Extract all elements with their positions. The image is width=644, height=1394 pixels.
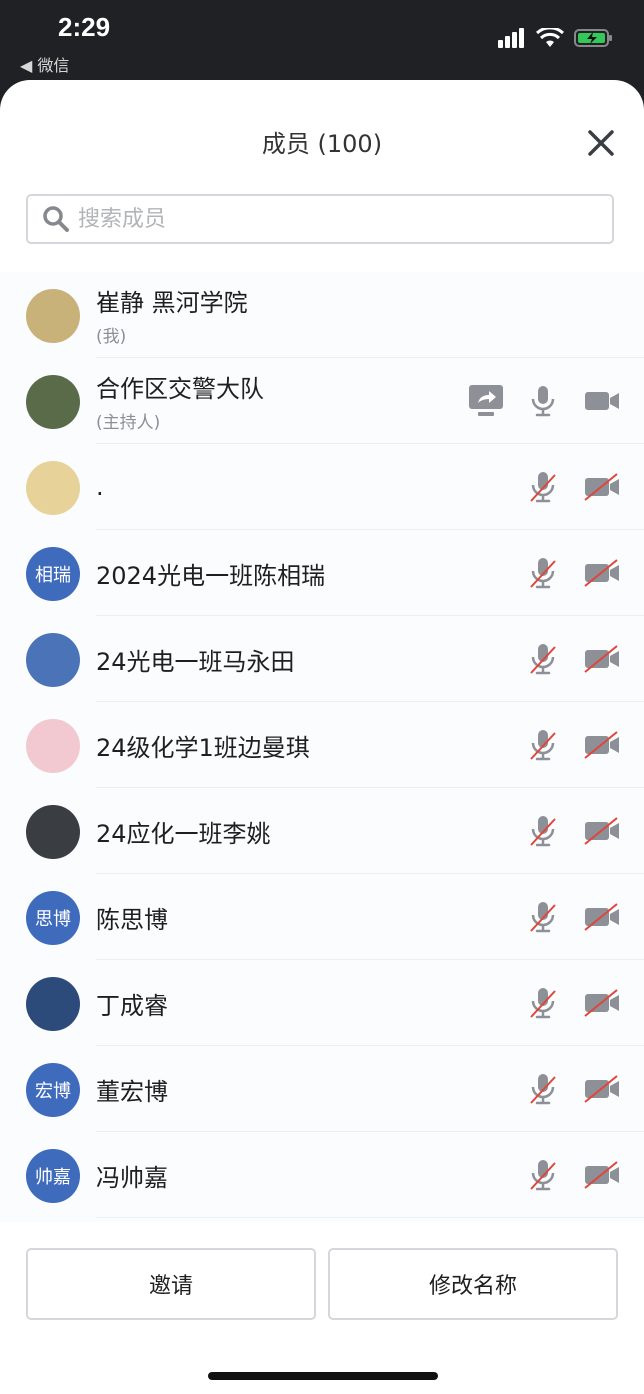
member-row[interactable]: 合作区交警大队 (主持人) bbox=[0, 358, 644, 444]
mic-icon[interactable] bbox=[526, 383, 560, 419]
mic-muted-icon[interactable] bbox=[526, 1071, 560, 1107]
mic-muted-icon[interactable] bbox=[526, 1157, 560, 1193]
member-name: 丁成睿 bbox=[96, 991, 168, 1020]
member-info: . bbox=[96, 444, 104, 530]
member-row[interactable]: 丁成睿 bbox=[0, 960, 644, 1046]
member-row[interactable]: 思博 陈思博 bbox=[0, 874, 644, 960]
status-bar: 2:29 ◀ 微信 bbox=[0, 0, 644, 80]
member-role: (我) bbox=[96, 327, 127, 347]
avatar: 宏博 bbox=[26, 1063, 80, 1117]
avatar bbox=[26, 719, 80, 773]
member-info: 崔静 黑河学院 (我) bbox=[96, 272, 248, 358]
member-name: 合作区交警大队 bbox=[96, 375, 264, 403]
battery-charging-icon bbox=[574, 29, 612, 47]
member-name: 陈思博 bbox=[96, 905, 168, 934]
camera-icon[interactable] bbox=[582, 383, 622, 419]
mic-muted-icon[interactable] bbox=[526, 899, 560, 935]
avatar: 相瑞 bbox=[26, 547, 80, 601]
mic-muted-icon[interactable] bbox=[526, 641, 560, 677]
camera-off-icon[interactable] bbox=[582, 899, 622, 935]
search-box[interactable] bbox=[26, 194, 614, 244]
search-icon bbox=[43, 206, 69, 232]
avatar bbox=[26, 289, 80, 343]
member-info: 24级化学1班边曼琪 bbox=[96, 702, 310, 788]
cellular-signal-icon bbox=[498, 28, 524, 48]
wifi-icon bbox=[536, 28, 564, 47]
member-row[interactable]: 相瑞 2024光电一班陈相瑞 bbox=[0, 530, 644, 616]
mic-muted-icon[interactable] bbox=[526, 985, 560, 1021]
invite-button[interactable]: 邀请 bbox=[26, 1248, 316, 1320]
camera-off-icon[interactable] bbox=[582, 727, 622, 763]
member-name: 冯帅嘉 bbox=[96, 1163, 168, 1192]
camera-off-icon[interactable] bbox=[582, 555, 622, 591]
member-row[interactable]: 帅嘉 冯帅嘉 bbox=[0, 1132, 644, 1218]
mic-muted-icon[interactable] bbox=[526, 469, 560, 505]
screen-share-icon bbox=[466, 383, 506, 419]
avatar bbox=[26, 375, 80, 429]
member-info: 陈思博 bbox=[96, 874, 168, 960]
search-input[interactable] bbox=[76, 205, 560, 233]
member-info: 24应化一班李姚 bbox=[96, 788, 271, 874]
member-row[interactable]: 崔静 黑河学院 (我) bbox=[0, 272, 644, 358]
member-info: 董宏博 bbox=[96, 1046, 168, 1132]
status-icons bbox=[498, 28, 614, 48]
member-name: 24级化学1班边曼琪 bbox=[96, 733, 310, 762]
rename-button[interactable]: 修改名称 bbox=[328, 1248, 618, 1320]
avatar bbox=[26, 461, 80, 515]
member-row[interactable]: 宏博 董宏博 bbox=[0, 1046, 644, 1132]
mic-muted-icon[interactable] bbox=[526, 813, 560, 849]
camera-off-icon[interactable] bbox=[582, 1071, 622, 1107]
camera-off-icon[interactable] bbox=[582, 469, 622, 505]
member-name: 崔静 黑河学院 bbox=[96, 289, 248, 317]
members-sheet: 成员 (100) 崔静 黑河学院 (我) 合作区交警大队 (主持人) . bbox=[0, 80, 644, 1394]
member-name: . bbox=[96, 473, 104, 501]
member-name: 24光电一班马永田 bbox=[96, 647, 295, 676]
member-info: 丁成睿 bbox=[96, 960, 168, 1046]
member-name: 2024光电一班陈相瑞 bbox=[96, 561, 326, 590]
camera-off-icon[interactable] bbox=[582, 641, 622, 677]
sheet-title: 成员 (100) bbox=[261, 130, 383, 158]
avatar: 思博 bbox=[26, 891, 80, 945]
mic-muted-icon[interactable] bbox=[526, 555, 560, 591]
member-name: 24应化一班李姚 bbox=[96, 819, 271, 848]
member-name: 董宏博 bbox=[96, 1077, 168, 1106]
avatar bbox=[26, 977, 80, 1031]
member-info: 2024光电一班陈相瑞 bbox=[96, 530, 325, 616]
home-indicator bbox=[208, 1372, 438, 1380]
member-row[interactable]: 24应化一班李姚 bbox=[0, 788, 644, 874]
member-info: 冯帅嘉 bbox=[96, 1132, 168, 1218]
member-info: 24光电一班马永田 bbox=[96, 616, 295, 702]
row-divider bbox=[96, 1217, 644, 1218]
camera-off-icon[interactable] bbox=[582, 985, 622, 1021]
member-info: 合作区交警大队 (主持人) bbox=[96, 358, 264, 444]
member-row[interactable]: 24光电一班马永田 bbox=[0, 616, 644, 702]
member-role: (主持人) bbox=[96, 413, 161, 433]
camera-off-icon[interactable] bbox=[582, 813, 622, 849]
back-to-app-link[interactable]: ◀ 微信 bbox=[20, 52, 69, 76]
camera-off-icon[interactable] bbox=[582, 1157, 622, 1193]
member-row[interactable]: . bbox=[0, 444, 644, 530]
member-row[interactable]: 24级化学1班边曼琪 bbox=[0, 702, 644, 788]
avatar: 帅嘉 bbox=[26, 1149, 80, 1203]
mic-muted-icon[interactable] bbox=[526, 727, 560, 763]
member-list: 崔静 黑河学院 (我) 合作区交警大队 (主持人) . 相瑞 2024光电一班陈相瑞 bbox=[0, 272, 644, 1222]
close-icon[interactable] bbox=[584, 126, 618, 160]
status-time: 2:29 bbox=[58, 12, 111, 42]
avatar bbox=[26, 633, 80, 687]
avatar bbox=[26, 805, 80, 859]
